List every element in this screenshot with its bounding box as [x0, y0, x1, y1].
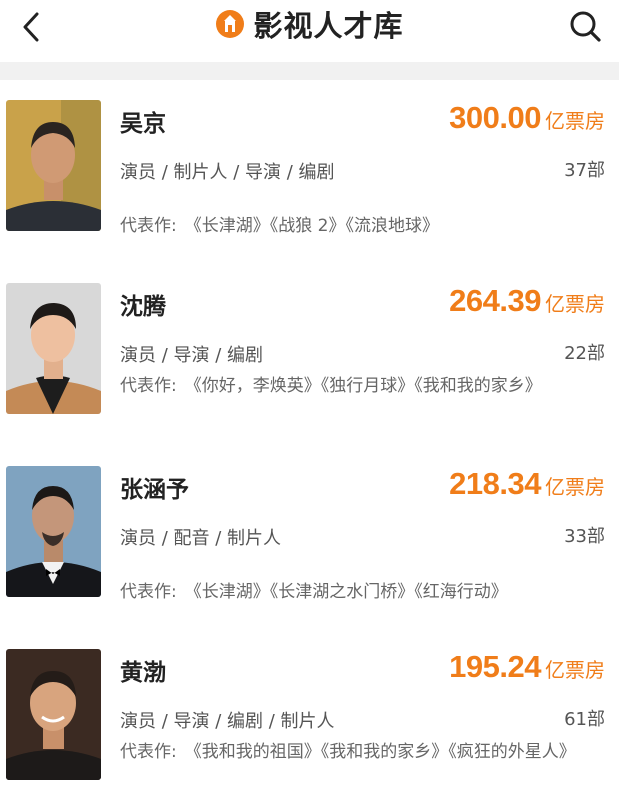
talent-name: 吴京: [120, 111, 166, 137]
film-count: 37部: [564, 160, 605, 181]
talent-roles: 演员 / 制片人 / 导演 / 编剧: [120, 162, 335, 183]
page-title: 影视人才库: [253, 9, 404, 43]
talent-name: 黄渤: [120, 660, 166, 686]
box-office: 218.34 亿票房: [449, 466, 605, 502]
avatar: [6, 100, 101, 231]
header-divider: [0, 62, 619, 80]
film-count: 22部: [564, 343, 605, 364]
works-label: 代表作:: [120, 216, 177, 236]
box-office: 300.00 亿票房: [449, 100, 605, 136]
search-icon: [570, 11, 601, 42]
representative-works: 代表作: 《我和我的祖国》《我和我的家乡》《疯狂的外星人》: [120, 741, 598, 764]
box-office-value: 195.24: [449, 649, 541, 684]
representative-works: 代表作: 《长津湖》《战狼 2》《流浪地球》: [120, 215, 598, 238]
representative-works: 代表作: 《你好，李焕英》《独行月球》《我和我的家乡》: [120, 375, 598, 398]
top-bar: 影视人才库: [0, 0, 619, 62]
header-title-group: 影视人才库: [0, 6, 619, 43]
box-office-unit: 亿票房: [545, 658, 605, 682]
film-tower-icon: [216, 10, 245, 38]
talent-card[interactable]: 张涵予 218.34 亿票房 演员 / 配音 / 制片人 33部 代表作: 《长津…: [0, 446, 619, 629]
works-label: 代表作:: [120, 376, 177, 396]
avatar: [6, 283, 101, 414]
talent-roles: 演员 / 配音 / 制片人: [120, 528, 282, 549]
talent-card[interactable]: 沈腾 264.39 亿票房 演员 / 导演 / 编剧 22部 代表作: 《你好，李…: [0, 263, 619, 446]
talent-list: 吴京 300.00 亿票房 演员 / 制片人 / 导演 / 编剧 37部 代表作…: [0, 80, 619, 812]
works-label: 代表作:: [120, 582, 177, 602]
box-office: 195.24 亿票房: [449, 649, 605, 685]
talent-roles: 演员 / 导演 / 编剧: [120, 345, 264, 366]
works-label: 代表作:: [120, 742, 177, 762]
box-office-value: 264.39: [449, 283, 541, 318]
box-office-value: 300.00: [449, 100, 541, 135]
film-count: 33部: [564, 526, 605, 547]
avatar: [6, 649, 101, 780]
box-office-unit: 亿票房: [545, 109, 605, 133]
box-office-unit: 亿票房: [545, 475, 605, 499]
works-list: 《长津湖》《长津湖之水门桥》《红海行动》: [184, 582, 508, 602]
film-count: 61部: [564, 709, 605, 730]
avatar: [6, 466, 101, 597]
search-button[interactable]: [565, 6, 605, 46]
box-office-unit: 亿票房: [545, 292, 605, 316]
talent-name: 沈腾: [120, 294, 166, 320]
box-office-value: 218.34: [449, 466, 541, 501]
talent-name: 张涵予: [120, 477, 189, 503]
works-list: 《长津湖》《战狼 2》《流浪地球》: [184, 216, 439, 236]
talent-card[interactable]: 吴京 300.00 亿票房 演员 / 制片人 / 导演 / 编剧 37部 代表作…: [0, 80, 619, 263]
talent-roles: 演员 / 导演 / 编剧 / 制片人: [120, 711, 335, 732]
box-office: 264.39 亿票房: [449, 283, 605, 319]
talent-card[interactable]: 黄渤 195.24 亿票房 演员 / 导演 / 编剧 / 制片人 61部 代表作…: [0, 629, 619, 812]
works-list: 《你好，李焕英》《独行月球》《我和我的家乡》: [184, 376, 542, 396]
works-list: 《我和我的祖国》《我和我的家乡》《疯狂的外星人》: [184, 742, 576, 762]
representative-works: 代表作: 《长津湖》《长津湖之水门桥》《红海行动》: [120, 581, 598, 604]
